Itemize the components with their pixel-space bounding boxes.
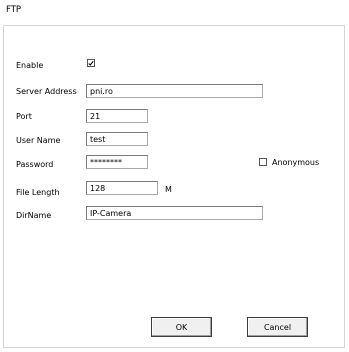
password-label: Password [16, 160, 54, 169]
enable-checkbox[interactable] [87, 59, 95, 67]
ftp-settings-panel [3, 25, 345, 348]
cancel-button[interactable]: Cancel [247, 317, 308, 337]
file-length-label: File Length [16, 188, 60, 197]
dirname-input[interactable]: IP-Camera [86, 206, 263, 220]
anonymous-checkbox[interactable] [259, 158, 267, 166]
checkmark-icon [88, 60, 94, 66]
dirname-label: DirName [16, 211, 52, 220]
enable-label: Enable [16, 61, 44, 70]
password-input[interactable]: ******** [86, 155, 148, 169]
user-name-label: User Name [16, 136, 61, 145]
dialog-title: FTP [6, 5, 22, 15]
server-address-label: Server Address [16, 87, 77, 96]
ok-button[interactable]: OK [151, 317, 212, 337]
server-address-input[interactable]: pni.ro [86, 84, 263, 98]
file-length-unit: M [165, 185, 172, 194]
file-length-input[interactable]: 128 [86, 181, 158, 195]
user-name-input[interactable]: test [86, 132, 148, 146]
anonymous-label: Anonymous [272, 158, 320, 167]
port-input[interactable]: 21 [86, 109, 148, 123]
port-label: Port [16, 112, 32, 121]
